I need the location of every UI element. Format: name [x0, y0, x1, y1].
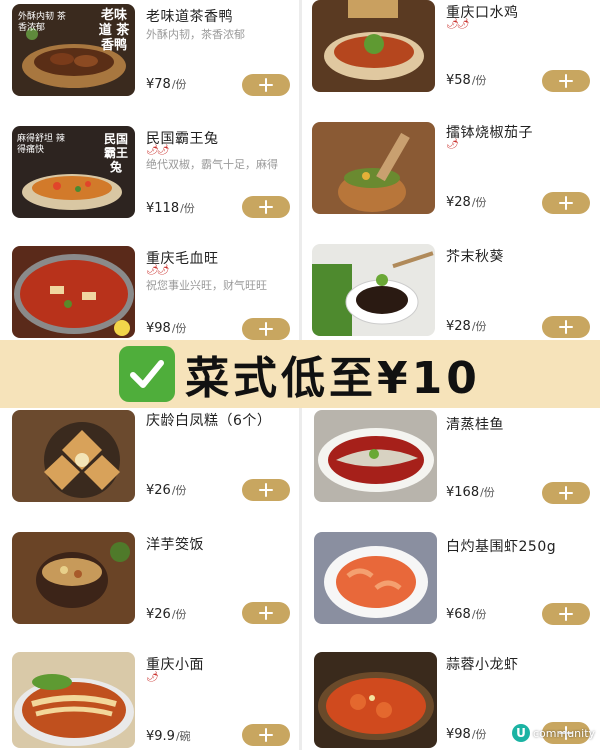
- dish-title: 清蒸桂鱼: [446, 417, 504, 433]
- plus-icon: [559, 196, 573, 210]
- spicy-level-chili-icon: 🌶: [146, 672, 159, 683]
- dish-price: ¥9.9/碗: [146, 729, 191, 744]
- plus-icon: [559, 320, 573, 334]
- dish-price: ¥26/份: [146, 607, 187, 622]
- dish-photo: [314, 652, 437, 748]
- dish-title: 白灼基围虾250g: [446, 539, 557, 555]
- menu-item[interactable]: 重庆口水鸡 🌶🌶 ¥58/份: [302, 0, 600, 118]
- add-to-cart-button[interactable]: [242, 479, 290, 501]
- menu-item[interactable]: 民国 霸王兔 麻得舒坦 辣得痛快 民国霸王兔 🌶🌶 绝代双椒，霸气十足，麻得..…: [0, 120, 299, 238]
- photo-overlay-text: 老味道 茶香鸭: [98, 8, 130, 53]
- dish-photo: [12, 246, 135, 338]
- plus-icon: [259, 322, 273, 336]
- dish-photo: [314, 532, 437, 624]
- dish-photo: [312, 0, 435, 92]
- photo-overlay-subtext: 外酥内韧 茶香浓郁: [18, 12, 66, 33]
- dish-photo: [12, 652, 135, 748]
- plus-icon: [259, 606, 273, 620]
- photo-overlay-subtext: 麻得舒坦 辣得痛快: [17, 134, 65, 155]
- dish-photo: [12, 532, 135, 624]
- dish-price: ¥28/份: [446, 319, 487, 334]
- promo-banner: 菜式低至¥10: [0, 340, 600, 408]
- community-watermark: U community: [512, 724, 595, 742]
- watermark-text: community: [533, 726, 596, 740]
- dish-price: ¥68/份: [446, 607, 487, 622]
- plus-icon: [259, 200, 273, 214]
- dish-title: 蒜蓉小龙虾: [446, 657, 519, 673]
- add-to-cart-button[interactable]: [242, 602, 290, 624]
- dish-price: ¥26/份: [146, 483, 187, 498]
- dish-price: ¥118/份: [146, 201, 195, 216]
- dish-price: ¥98/份: [146, 321, 187, 336]
- dish-price: ¥98/份: [446, 727, 487, 742]
- dish-title: 芥末秋葵: [446, 249, 504, 265]
- dish-photo: 老味道 茶香鸭 外酥内韧 茶香浓郁: [12, 4, 135, 96]
- dish-title: 洋芋筊饭: [146, 537, 204, 553]
- plus-icon: [259, 78, 273, 92]
- dish-price: ¥58/份: [446, 73, 487, 88]
- dish-description: 绝代双椒，霸气十足，麻得...: [146, 158, 278, 171]
- promo-banner-text: 菜式低至¥10: [185, 353, 481, 404]
- spicy-level-chili-icon: 🌶🌶: [146, 265, 169, 276]
- spicy-level-chili-icon: 🌶🌶: [146, 145, 169, 156]
- menu-item[interactable]: 清蒸桂鱼 ¥168/份: [302, 408, 600, 526]
- check-mark-icon: [119, 346, 176, 402]
- plus-icon: [259, 728, 273, 742]
- add-to-cart-button[interactable]: [542, 316, 590, 338]
- dish-price: ¥168/份: [446, 485, 495, 500]
- photo-overlay-text: 民国 霸王兔: [103, 132, 128, 174]
- dish-photo: [12, 410, 135, 502]
- dish-photo: [314, 410, 437, 502]
- add-to-cart-button[interactable]: [242, 724, 290, 746]
- menu-item[interactable]: 白灼基围虾250g ¥68/份: [302, 530, 600, 648]
- add-to-cart-button[interactable]: [242, 318, 290, 340]
- dish-photo: [312, 122, 435, 214]
- add-to-cart-button[interactable]: [542, 482, 590, 504]
- plus-icon: [559, 486, 573, 500]
- spicy-level-chili-icon: 🌶: [446, 139, 459, 150]
- add-to-cart-button[interactable]: [242, 74, 290, 96]
- spicy-level-chili-icon: 🌶🌶: [446, 19, 469, 30]
- plus-icon: [259, 483, 273, 497]
- menu-item[interactable]: 老味道 茶香鸭 外酥内韧 茶香浓郁 老味道茶香鸭 外酥内韧，茶香浓郁 ¥78/份: [0, 0, 299, 118]
- plus-icon: [559, 74, 573, 88]
- plus-icon: [559, 607, 573, 621]
- dish-title: 擂钵烧椒茄子: [446, 125, 533, 141]
- dish-price: ¥78/份: [146, 77, 187, 92]
- dish-title: 老味道茶香鸭: [146, 9, 233, 25]
- dish-description: 外酥内韧，茶香浓郁: [146, 28, 245, 41]
- dish-photo: [312, 244, 435, 336]
- dish-title: 重庆小面: [146, 657, 204, 673]
- dish-photo: 民国 霸王兔 麻得舒坦 辣得痛快: [12, 126, 135, 218]
- dish-price: ¥28/份: [446, 195, 487, 210]
- community-logo-icon: U: [512, 724, 530, 742]
- menu-item[interactable]: 洋芋筊饭 ¥26/份: [0, 530, 299, 648]
- add-to-cart-button[interactable]: [242, 196, 290, 218]
- add-to-cart-button[interactable]: [542, 192, 590, 214]
- menu-item[interactable]: 庆龄白凤糕（6个） ¥26/份: [0, 408, 299, 526]
- menu-item[interactable]: 重庆小面 🌶 ¥9.9/碗: [0, 650, 299, 750]
- dish-title: 庆龄白凤糕（6个）: [146, 413, 272, 429]
- add-to-cart-button[interactable]: [542, 603, 590, 625]
- menu-item[interactable]: 擂钵烧椒茄子 🌶 ¥28/份: [302, 120, 600, 238]
- add-to-cart-button[interactable]: [542, 70, 590, 92]
- dish-description: 祝您事业兴旺，财气旺旺: [146, 279, 267, 292]
